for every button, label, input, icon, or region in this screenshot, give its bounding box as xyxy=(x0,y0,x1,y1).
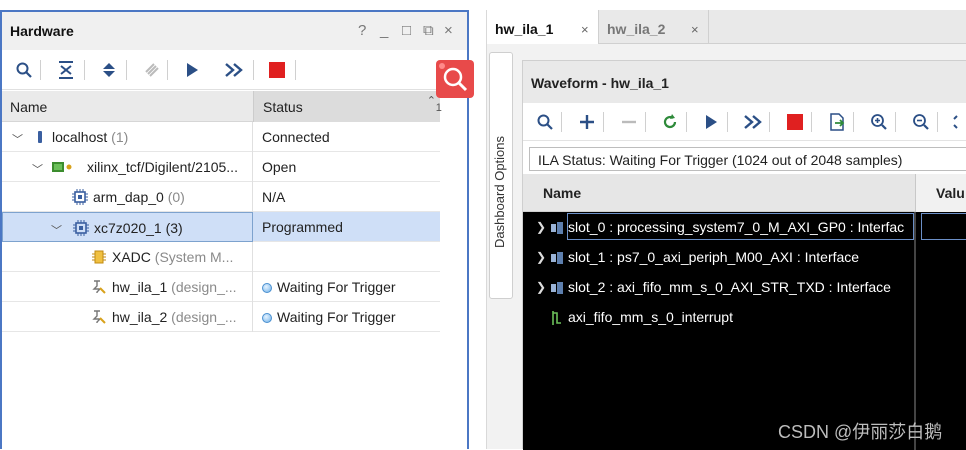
chevron-right-icon[interactable]: ❯ xyxy=(536,250,546,264)
interface-icon xyxy=(551,281,563,294)
zoom-in-icon[interactable] xyxy=(867,110,891,134)
chevron-down-icon[interactable]: ﹀ xyxy=(51,222,62,238)
remove-icon[interactable] xyxy=(617,110,641,134)
status-column-header[interactable]: Status ⌃ 1 xyxy=(253,91,442,122)
table-row-selected[interactable]: ﹀ xc7z020_1 (3) Programmed xyxy=(2,212,440,242)
waveform-titlebar: Waveform - hw_ila_1 xyxy=(523,61,966,103)
run-trigger-icon[interactable] xyxy=(699,110,723,134)
row-status: Connected xyxy=(262,129,330,145)
value-column-header[interactable]: Valu xyxy=(915,174,966,212)
close-icon[interactable]: × xyxy=(581,22,589,37)
auto-connect-icon[interactable] xyxy=(140,58,164,82)
close-icon[interactable]: × xyxy=(691,22,699,37)
export-icon[interactable] xyxy=(825,110,849,134)
chevron-right-icon[interactable]: ❯ xyxy=(536,220,546,234)
waveform-signal-list: ❯ slot_0 : processing_system7_0_M_AXI_GP… xyxy=(523,212,966,450)
xadc-icon xyxy=(91,249,107,265)
sort-indicator: ⌃ 1 xyxy=(426,95,442,114)
table-row[interactable]: XADC (System M... xyxy=(2,242,440,272)
stop-icon[interactable] xyxy=(783,110,807,134)
waveform-toolbar xyxy=(523,103,966,141)
search-icon[interactable] xyxy=(12,58,36,82)
row-name: xilinx_tcf/Digilent/2105... xyxy=(87,159,238,175)
hardware-toolbar xyxy=(2,50,467,90)
row-status: Waiting For Trigger xyxy=(262,309,396,325)
chip-icon xyxy=(72,189,88,205)
signal-row[interactable]: axi_fifo_mm_s_0_interrupt xyxy=(523,302,966,332)
maximize-button[interactable]: □ xyxy=(402,23,411,39)
zoom-out-icon[interactable] xyxy=(909,110,933,134)
row-name: xc7z020_1 xyxy=(94,220,162,236)
row-status: Programmed xyxy=(262,219,343,235)
minimize-button[interactable]: _ xyxy=(380,23,388,39)
row-name: arm_dap_0 xyxy=(93,189,164,205)
signal-value-cell[interactable] xyxy=(921,213,966,240)
hardware-panel-title: Hardware xyxy=(10,23,74,39)
float-button[interactable]: ⧉ xyxy=(423,23,434,39)
run-immediate-icon[interactable] xyxy=(222,58,246,82)
ila-icon xyxy=(91,279,107,295)
waveform-area: hw_ila_1 × hw_ila_2 × Dashboard Options … xyxy=(486,10,966,450)
status-dot-icon xyxy=(262,313,272,323)
chevron-down-icon[interactable]: ﹀ xyxy=(12,131,23,147)
chevron-down-icon[interactable]: ﹀ xyxy=(32,161,43,177)
run-immediate-icon[interactable] xyxy=(741,110,765,134)
waveform-panel: Waveform - hw_ila_1 ILA Status: Waiting … xyxy=(522,60,966,450)
row-status: Waiting For Trigger xyxy=(262,279,396,295)
interface-icon xyxy=(551,251,563,264)
hardware-table-header: Name Status ⌃ 1 xyxy=(2,91,442,122)
board-icon xyxy=(52,159,72,175)
zoom-fit-icon[interactable] xyxy=(949,110,966,134)
collapse-all-icon[interactable] xyxy=(54,58,78,82)
add-icon[interactable] xyxy=(575,110,599,134)
stop-icon[interactable] xyxy=(265,58,289,82)
ila-status-field: ILA Status: Waiting For Trigger (1024 ou… xyxy=(529,147,966,171)
search-icon[interactable] xyxy=(533,110,557,134)
floating-search-button[interactable] xyxy=(436,60,474,98)
signal-bit-icon xyxy=(551,311,563,325)
signal-row[interactable]: ❯ slot_1 : ps7_0_axi_periph_M00_AXI : In… xyxy=(523,242,966,272)
status-dot-icon xyxy=(262,283,272,293)
interface-icon xyxy=(551,221,563,234)
name-column-header[interactable]: Name xyxy=(543,185,581,201)
table-row[interactable]: ﹀ localhost (1) Connected xyxy=(2,122,440,152)
signal-row[interactable]: ❯ slot_0 : processing_system7_0_M_AXI_GP… xyxy=(523,212,966,242)
run-trigger-icon[interactable] xyxy=(180,58,204,82)
row-status: N/A xyxy=(262,189,286,205)
tab-bar: hw_ila_1 × hw_ila_2 × xyxy=(487,10,966,44)
close-button[interactable]: × xyxy=(444,23,453,39)
hardware-panel-titlebar: Hardware ? _ □ ⧉ × xyxy=(2,12,467,50)
row-status: Open xyxy=(262,159,297,175)
dashboard-options-tab[interactable]: Dashboard Options xyxy=(489,52,513,299)
waveform-title: Waveform - hw_ila_1 xyxy=(531,75,669,91)
table-row[interactable]: hw_ila_2 (design_... Waiting For Trigger xyxy=(2,302,440,332)
row-name: XADC xyxy=(112,249,151,265)
tab-hw-ila-1[interactable]: hw_ila_1 × xyxy=(487,10,599,44)
row-name: hw_ila_1 xyxy=(112,279,168,295)
chevron-right-icon[interactable]: ❯ xyxy=(536,280,546,294)
table-row[interactable]: ﹀ xilinx_tcf/Digilent/2105... Open xyxy=(2,152,440,182)
signal-row[interactable]: ❯ slot_2 : axi_fifo_mm_s_0_AXI_STR_TXD :… xyxy=(523,272,966,302)
row-name: localhost xyxy=(52,129,108,145)
table-row[interactable]: hw_ila_1 (design_... Waiting For Trigger xyxy=(2,272,440,302)
name-column-header[interactable]: Name xyxy=(10,99,47,115)
waveform-table-header: Name Valu xyxy=(523,174,966,212)
watermark: CSDN @伊丽莎白鹅 xyxy=(778,422,943,442)
expand-all-icon[interactable] xyxy=(97,58,121,82)
table-row[interactable]: arm_dap_0 (0) N/A xyxy=(2,182,440,212)
server-icon xyxy=(32,129,48,145)
row-name: hw_ila_2 xyxy=(112,309,168,325)
chip-icon xyxy=(73,220,89,236)
refresh-icon[interactable] xyxy=(658,110,682,134)
ila-icon xyxy=(91,309,107,325)
hardware-panel: Hardware ? _ □ ⧉ × Name Status ⌃ 1 ﹀ loc… xyxy=(0,10,469,449)
tab-hw-ila-2[interactable]: hw_ila_2 × xyxy=(599,10,709,44)
help-button[interactable]: ? xyxy=(358,23,366,39)
